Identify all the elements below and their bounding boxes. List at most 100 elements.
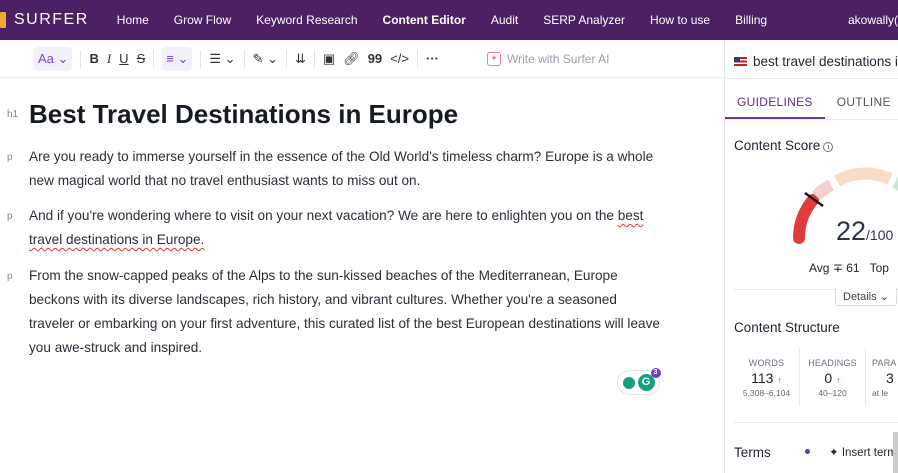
link-icon: 🔗︎ [343,50,360,66]
align-dropdown[interactable]: ≡ ⌄ [162,46,193,71]
scrollbar[interactable] [893,432,898,473]
tab-outline[interactable]: OUTLINE [825,84,898,119]
divider [416,49,418,68]
block-tag-h1: h1 [7,109,19,120]
guidelines-panel: best travel destinations i GUIDELINES OU… [725,40,898,473]
structure-stats: WORDS 113 ↑ 5,308–6,104 HEADINGS 0 ↑ 40–120 … [734,348,898,406]
divider [200,49,202,68]
write-with-ai-button[interactable]: ✦ Write with Surfer AI [486,51,609,66]
content-score: 22/100 [836,216,893,247]
brand-name: SURFER [14,11,89,28]
grammarly-icon[interactable]: G3 [637,368,661,391]
stat-paragraphs: PARA 3 at le [866,348,898,406]
numbered-list-icon: ☰ [209,50,222,66]
paragraph-3[interactable]: From the snow-capped peaks of the Alps t… [29,264,664,360]
content-structure-heading: Content Structure [734,320,840,335]
block-tag-p: p [7,211,13,222]
stat-value-row: 113 ↑ [734,370,799,386]
avg-icon: ∓ [832,261,843,275]
keyword-header[interactable]: best travel destinations i [734,54,898,69]
gauge-segment-mid [834,167,893,187]
nav-content-editor[interactable]: Content Editor [383,13,466,27]
paragraph-1[interactable]: Are you ready to immerse yourself in the… [29,145,659,193]
list-dropdown[interactable]: ☰ ⌄ [209,47,235,71]
divider [153,49,155,68]
underline-button[interactable]: U [119,47,128,71]
surfer-logo[interactable]: SURFER [0,11,89,29]
nav-serp-analyzer[interactable]: SERP Analyzer [543,13,625,27]
font-style-dropdown[interactable]: Aa ⌄ [34,46,73,71]
gauge-fill [792,194,819,244]
highlight-dropdown[interactable]: ✎ ⌄ [253,47,278,71]
gauge-segment-low [811,179,834,201]
font-style-label: Aa [38,51,54,66]
code-button[interactable]: </> [390,47,409,71]
document-title[interactable]: Best Travel Destinations in Europe [29,99,458,130]
arrow-up-icon: ↑ [836,375,841,385]
paragraph-2[interactable]: And if you're wondering where to visit o… [29,204,659,252]
nav-billing[interactable]: Billing [735,13,767,27]
terms-heading: Terms [734,445,771,460]
more-button[interactable]: ··· [426,47,439,71]
avg-label: Avg [809,261,830,275]
quote-button[interactable]: 99 [368,47,382,71]
top-label: Top [869,261,889,275]
paragraph-2-text: And if you're wondering where to visit o… [29,208,618,223]
divider [313,49,315,68]
divider [734,422,898,423]
chevron-down-icon: ⌄ [267,50,278,66]
tab-guidelines[interactable]: GUIDELINES [725,84,825,119]
nav-how-to-use[interactable]: How to use [650,13,710,27]
stat-range: 5,308–6,104 [742,388,791,398]
line-height-icon: ⇊ [294,50,306,66]
pen-icon: ✎ [252,50,264,66]
score-value: 22 [836,216,867,246]
chevron-down-icon: ⌄ [177,50,189,66]
chevron-down-icon: ⌄ [879,291,889,303]
info-icon[interactable]: i [823,142,834,152]
keyword-text: best travel destinations i [753,54,898,69]
insert-terms-button[interactable]: ✦ Insert term [829,445,897,459]
stat-words: WORDS 113 ↑ 5,308–6,104 [734,348,800,406]
divider [80,49,82,68]
user-menu[interactable]: akowally( [848,13,898,27]
chevron-down-icon: ⌄ [57,50,69,66]
line-height-button[interactable]: ⇊ [295,47,306,71]
sparkle-icon: ✦ [486,51,501,66]
divider [285,49,287,68]
lightbulb-icon[interactable] [622,376,635,389]
suggestion-count-badge: 3 [650,368,661,378]
grammarly-widget[interactable]: G3 [617,368,661,395]
bold-button[interactable]: B [89,47,98,71]
nav-home[interactable]: Home [117,13,149,27]
top-nav: SURFER Home Grow Flow Keyword Research C… [0,0,898,40]
link-button[interactable]: 🔗︎ [343,47,360,71]
stat-range: 40–120 [818,388,847,398]
content-score-label: Content Score [734,138,821,153]
stat-label: HEADINGS [808,358,857,368]
stat-value-row: 0 ↑ [800,370,865,386]
image-icon: ▣ [322,50,336,66]
nav-keyword-research[interactable]: Keyword Research [256,13,357,27]
align-icon: ≡ [166,51,174,66]
italic-button[interactable]: I [107,47,111,71]
block-tag-p: p [7,271,13,282]
us-flag-icon [734,57,747,66]
divider [243,49,245,68]
stat-range: at le [872,388,889,398]
avg-value: 61 [846,261,860,275]
arrow-up-icon: ↑ [777,375,782,385]
nav-audit[interactable]: Audit [491,13,518,27]
stat-label: WORDS [748,358,785,368]
stat-headings: HEADINGS 0 ↑ 40–120 [800,348,866,406]
stat-value: 0 [824,370,833,386]
details-button[interactable]: Details ⌄ [835,288,897,306]
image-button[interactable]: ▣ [323,47,335,71]
insert-terms-label: Insert term [841,447,897,459]
stat-label: PARA [872,358,897,368]
chevron-down-icon: ⌄ [224,50,236,66]
nav-grow-flow[interactable]: Grow Flow [174,13,231,27]
sparkle-icon: ✦ [829,447,839,459]
strikethrough-button[interactable]: S [137,47,146,71]
stat-value: 113 [751,370,774,386]
